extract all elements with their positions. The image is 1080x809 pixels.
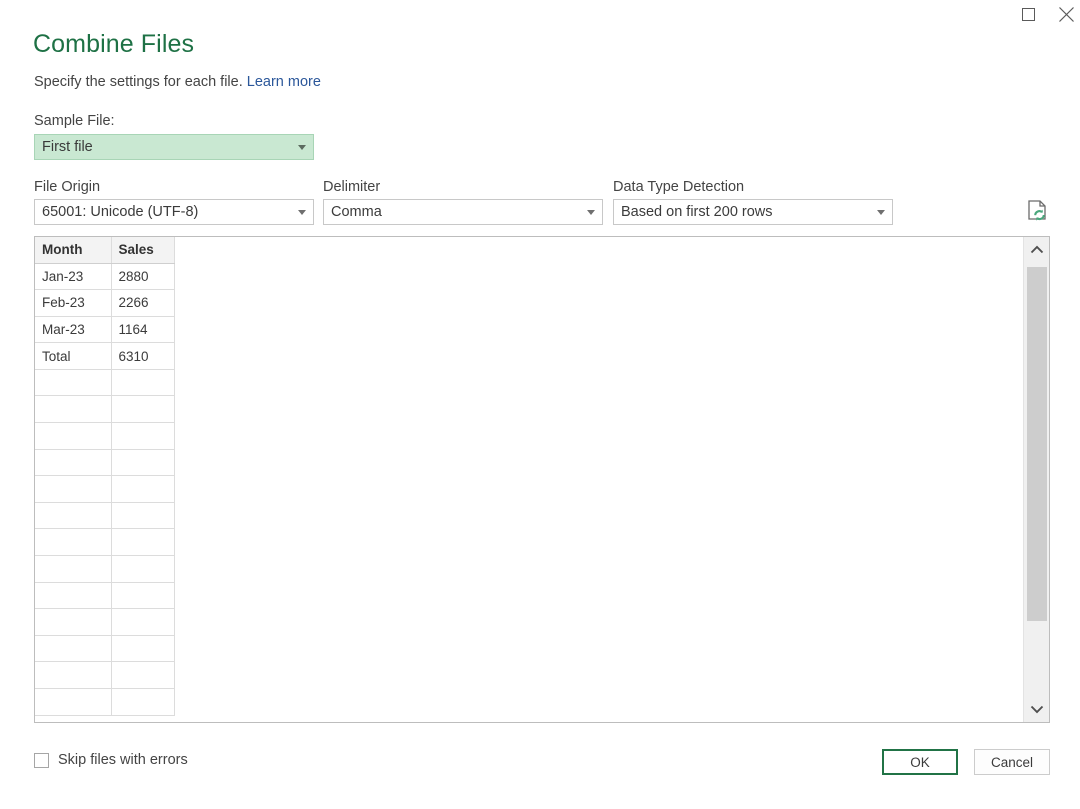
table-row-empty[interactable] — [35, 449, 175, 477]
table-cell-empty[interactable] — [35, 422, 112, 450]
table-row[interactable]: Mar-23 1164 — [35, 316, 175, 344]
preview-grid[interactable]: Month Sales Jan-23 2880 Feb-23 2266 Mar-23 11… — [35, 237, 1023, 722]
table-cell-empty[interactable] — [35, 528, 112, 557]
table-cell[interactable]: Total — [35, 342, 112, 370]
chevron-down-icon — [291, 209, 313, 215]
table-cell-empty[interactable] — [111, 475, 175, 503]
chevron-down-icon — [580, 209, 602, 215]
sample-file-value: First file — [42, 139, 93, 155]
scroll-down-button[interactable] — [1024, 696, 1049, 722]
table-cell-empty[interactable] — [35, 395, 112, 424]
table-cell-empty[interactable] — [111, 502, 175, 530]
table-row-empty[interactable] — [35, 475, 175, 503]
table-cell-empty[interactable] — [111, 528, 175, 557]
chevron-down-icon — [291, 144, 313, 150]
chevron-down-icon — [1030, 705, 1044, 714]
data-type-detection-value: Based on first 200 rows — [621, 204, 773, 220]
table-cell[interactable]: 2880 — [111, 263, 175, 291]
delimiter-label: Delimiter — [323, 179, 381, 195]
table-cell-empty[interactable] — [111, 395, 175, 424]
chevron-up-icon — [1030, 245, 1044, 254]
table-row-empty[interactable] — [35, 635, 175, 663]
table-row[interactable]: Total 6310 — [35, 342, 175, 370]
data-type-detection-label: Data Type Detection — [613, 179, 745, 195]
skip-files-label: Skip files with errors — [58, 752, 188, 768]
table-cell-empty[interactable] — [35, 688, 112, 716]
table-cell-empty[interactable] — [35, 449, 112, 477]
subtitle: Specify the settings for each file. Lear… — [34, 74, 321, 90]
table-row[interactable]: Jan-23 2880 — [35, 263, 175, 291]
table-cell-empty[interactable] — [111, 661, 175, 689]
table-cell-empty[interactable] — [35, 369, 112, 397]
page-title: Combine Files — [33, 30, 195, 58]
table-cell-empty[interactable] — [111, 635, 175, 663]
skip-files-checkbox[interactable] — [34, 752, 49, 768]
chevron-down-icon — [870, 209, 892, 215]
table-cell-empty[interactable] — [35, 475, 112, 503]
file-origin-value: 65001: Unicode (UTF-8) — [42, 204, 199, 220]
table-row-empty[interactable] — [35, 608, 175, 636]
table-cell[interactable]: Jan-23 — [35, 263, 112, 291]
table-cell-empty[interactable] — [111, 449, 175, 477]
ok-button[interactable]: OK — [882, 749, 958, 775]
data-type-detection-dropdown[interactable]: Based on first 200 rows — [613, 199, 893, 225]
page-refresh-icon[interactable] — [1026, 199, 1050, 225]
scrollbar-thumb[interactable] — [1027, 267, 1047, 621]
sample-file-dropdown[interactable]: First file — [34, 134, 314, 160]
table-cell[interactable]: 6310 — [111, 342, 175, 370]
table-row-empty[interactable] — [35, 688, 175, 716]
skip-files-with-errors-row[interactable]: Skip files with errors — [34, 752, 188, 768]
table-cell-empty[interactable] — [35, 635, 112, 663]
learn-more-link[interactable]: Learn more — [247, 74, 321, 90]
table-cell-empty[interactable] — [35, 661, 112, 689]
subtitle-text: Specify the settings for each file. — [34, 74, 243, 90]
cancel-button[interactable]: Cancel — [974, 749, 1050, 775]
table-cell-empty[interactable] — [111, 369, 175, 397]
column-header-month[interactable]: Month — [35, 237, 112, 264]
delimiter-dropdown[interactable]: Comma — [323, 199, 603, 225]
table-cell-empty[interactable] — [111, 555, 175, 583]
table-row-empty[interactable] — [35, 661, 175, 689]
table-row-empty[interactable] — [35, 502, 175, 530]
table-row-empty[interactable] — [35, 395, 175, 424]
preview-pane: Month Sales Jan-23 2880 Feb-23 2266 Mar-23 11… — [34, 236, 1050, 723]
table-cell[interactable]: Feb-23 — [35, 289, 112, 317]
sample-file-label: Sample File: — [34, 113, 115, 129]
table-cell[interactable]: Mar-23 — [35, 316, 112, 344]
table-row-empty[interactable] — [35, 369, 175, 397]
table-row-empty[interactable] — [35, 528, 175, 557]
table-row[interactable]: Feb-23 2266 — [35, 289, 175, 317]
table-header-row: Month Sales — [35, 237, 175, 264]
table-cell-empty[interactable] — [111, 582, 175, 610]
table-cell-empty[interactable] — [111, 422, 175, 450]
table-row-empty[interactable] — [35, 582, 175, 610]
table-cell-empty[interactable] — [35, 608, 112, 636]
delimiter-value: Comma — [331, 204, 382, 220]
table-cell-empty[interactable] — [111, 608, 175, 636]
close-x-icon — [1058, 6, 1074, 22]
table-cell-empty[interactable] — [35, 502, 112, 530]
file-origin-label: File Origin — [34, 179, 101, 195]
table-cell[interactable]: 1164 — [111, 316, 175, 344]
preview-table: Month Sales Jan-23 2880 Feb-23 2266 Mar-23 11… — [35, 237, 175, 716]
preview-vertical-scrollbar[interactable] — [1023, 237, 1049, 722]
table-cell-empty[interactable] — [35, 555, 112, 583]
table-row-empty[interactable] — [35, 555, 175, 583]
close-button[interactable] — [1052, 0, 1080, 28]
table-cell-empty[interactable] — [111, 688, 175, 716]
table-row-empty[interactable] — [35, 422, 175, 450]
scroll-up-button[interactable] — [1024, 237, 1049, 263]
table-cell-empty[interactable] — [35, 582, 112, 610]
combine-files-dialog: Combine Files Specify the settings for e… — [0, 0, 1080, 809]
column-header-sales[interactable]: Sales — [111, 237, 175, 264]
maximize-square-icon — [1021, 7, 1035, 21]
maximize-button[interactable] — [1012, 0, 1044, 28]
file-origin-dropdown[interactable]: 65001: Unicode (UTF-8) — [34, 199, 314, 225]
table-cell[interactable]: 2266 — [111, 289, 175, 317]
